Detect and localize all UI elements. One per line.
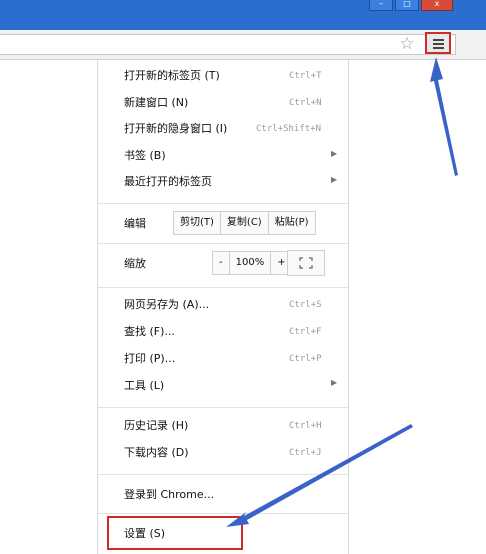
annotation-arrow-to-menu-button xyxy=(430,57,458,176)
annotation-arrow-to-settings xyxy=(226,424,413,527)
annotation-arrows xyxy=(226,57,458,527)
